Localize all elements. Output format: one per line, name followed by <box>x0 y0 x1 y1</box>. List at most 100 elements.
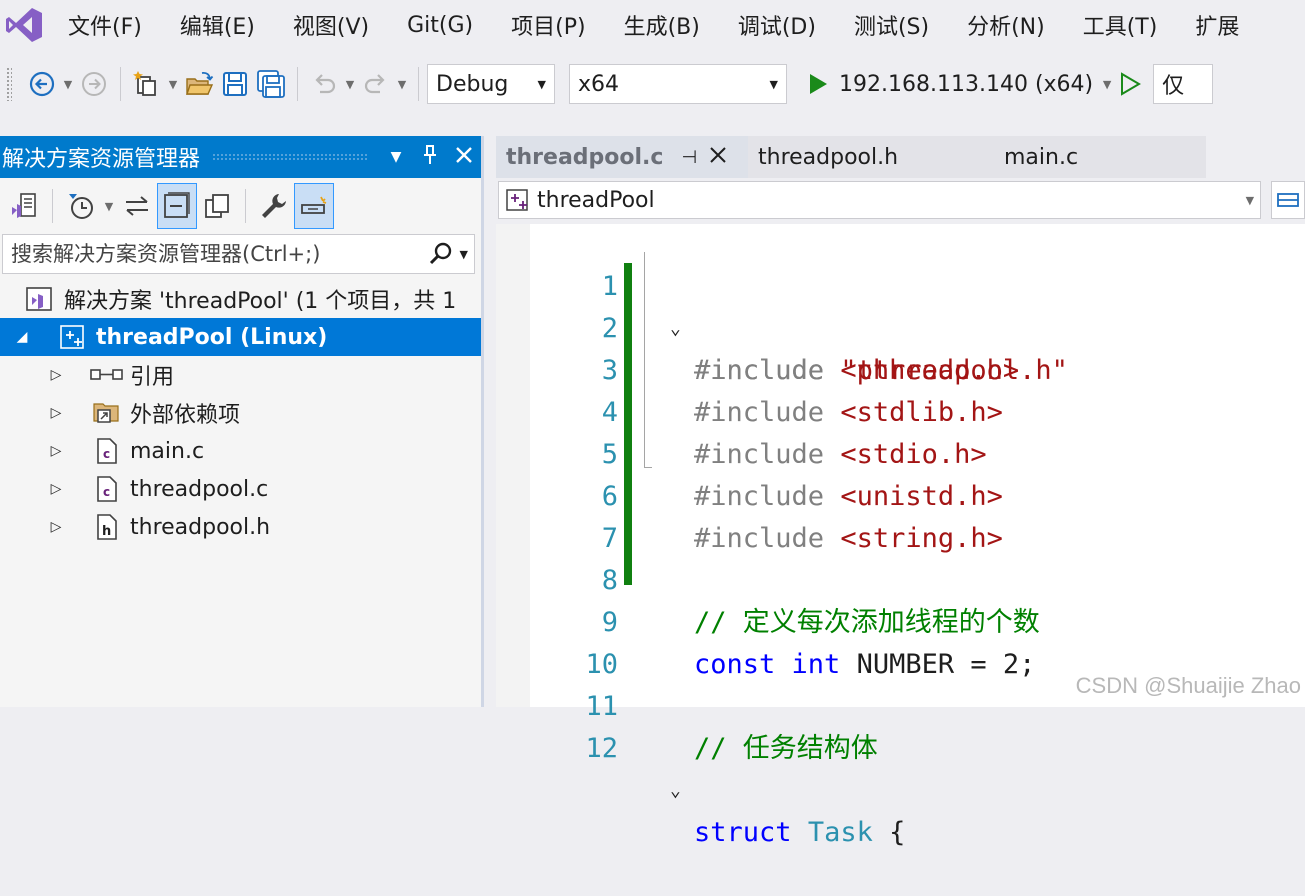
back-button[interactable] <box>24 64 60 104</box>
expand-triangle-icon[interactable]: ▷ <box>44 481 68 497</box>
save-all-icon <box>257 70 285 98</box>
expand-triangle-icon[interactable]: ▷ <box>44 519 68 535</box>
svg-text:h: h <box>102 524 111 539</box>
toolbar-separator <box>120 67 121 101</box>
search-icon[interactable] <box>428 241 454 267</box>
document-tab-strip: threadpool.c ⊣ threadpool.h main.c <box>496 136 1305 178</box>
indicator-margin <box>496 224 530 707</box>
pending-changes-filter-button[interactable] <box>61 183 101 229</box>
menu-file[interactable]: 文件(F) <box>68 9 142 41</box>
menu-analyze[interactable]: 分析(N) <box>967 9 1045 41</box>
new-item-dropdown[interactable]: ▼ <box>165 64 181 104</box>
chevron-down-icon: ▼ <box>769 77 778 91</box>
scope-combo[interactable]: threadPool ▼ <box>498 181 1262 219</box>
code-line: 3 #include <stdlib.h> <box>530 308 1305 428</box>
trailing-combo[interactable]: 仅 <box>1153 64 1214 104</box>
cpp-project-icon <box>505 188 531 212</box>
menu-git[interactable]: Git(G) <box>407 13 473 38</box>
expand-triangle-icon[interactable]: ▷ <box>44 367 68 383</box>
open-file-button[interactable] <box>181 64 217 104</box>
configuration-combo[interactable]: Debug ▼ <box>427 64 555 104</box>
split-view-button[interactable] <box>1271 181 1305 219</box>
forward-arrow-icon <box>82 72 106 96</box>
solution-explorer-title-bar: 解决方案资源管理器 ▼ <box>0 136 481 178</box>
pin-icon[interactable]: ⊣ <box>681 147 697 168</box>
menu-tools[interactable]: 工具(T) <box>1083 9 1158 41</box>
tree-item-external-dependencies[interactable]: ▷ 外部依赖项 <box>0 394 481 432</box>
code-line: 1 ⌄ #include "threadpool.h" <box>530 224 1305 386</box>
menu-build[interactable]: 生成(B) <box>624 9 700 41</box>
undo-dropdown[interactable]: ▼ <box>342 64 358 104</box>
menu-debug[interactable]: 调试(D) <box>738 9 816 41</box>
solution-node[interactable]: 解决方案 'threadPool' (1 个项目，共 1 <box>0 280 481 318</box>
start-debugging-button[interactable] <box>803 64 833 104</box>
vs-solution-icon <box>22 285 56 313</box>
new-item-button[interactable] <box>129 64 165 104</box>
wrench-icon <box>262 194 286 218</box>
close-icon[interactable] <box>709 145 727 170</box>
redo-button[interactable] <box>358 64 394 104</box>
window-menu-chevron-icon[interactable]: ▼ <box>379 149 413 165</box>
back-dropdown[interactable]: ▼ <box>60 64 76 104</box>
properties-button[interactable] <box>254 183 294 229</box>
forward-button[interactable] <box>76 64 112 104</box>
save-all-button[interactable] <box>253 64 289 104</box>
tree-item-threadpool-c[interactable]: ▷ c threadpool.c <box>0 470 481 508</box>
tree-item-references[interactable]: ▷ 引用 <box>0 356 481 394</box>
play-icon <box>810 74 827 94</box>
type-name: Task <box>807 817 873 848</box>
platform-combo[interactable]: x64 ▼ <box>569 64 787 104</box>
run-target-label[interactable]: 192.168.113.140 (x64) <box>839 72 1093 97</box>
collapse-all-button[interactable] <box>157 183 197 229</box>
menu-project[interactable]: 项目(P) <box>511 9 585 41</box>
menu-view[interactable]: 视图(V) <box>293 9 369 41</box>
collapse-triangle-icon[interactable]: ◢ <box>10 329 34 345</box>
undo-button[interactable] <box>306 64 342 104</box>
redo-dropdown[interactable]: ▼ <box>394 64 410 104</box>
project-node[interactable]: ◢ threadPool (Linux) <box>0 318 481 356</box>
tab-main-c[interactable]: main.c <box>994 136 1206 178</box>
code-line: 8 // 定义每次添加线程的个数 <box>530 518 1305 638</box>
menu-extensions[interactable]: 扩展 <box>1195 9 1239 41</box>
switch-views-button[interactable] <box>4 183 44 229</box>
external-dependencies-icon <box>90 399 124 427</box>
project-label: threadPool (Linux) <box>96 324 328 350</box>
redo-icon <box>364 74 385 94</box>
pin-icon[interactable] <box>413 144 447 171</box>
solution-search-input[interactable] <box>9 241 413 267</box>
expand-triangle-icon[interactable]: ▷ <box>44 405 68 421</box>
preview-selected-items-button[interactable] <box>294 183 334 229</box>
search-options-chevron-icon[interactable]: ▼ <box>460 248 468 261</box>
toolbar-grip[interactable] <box>6 67 12 101</box>
sync-with-active-document-button[interactable] <box>117 183 157 229</box>
trailing-combo-value: 仅 <box>1162 74 1185 99</box>
pending-changes-dropdown[interactable]: ▼ <box>101 186 117 226</box>
undo-icon <box>315 74 336 94</box>
run-target-dropdown[interactable]: ▼ <box>1099 64 1115 104</box>
scope-label: threadPool <box>537 187 655 213</box>
tree-item-threadpool-h[interactable]: ▷ h threadpool.h <box>0 508 481 546</box>
menu-edit[interactable]: 编辑(E) <box>180 9 255 41</box>
close-icon[interactable] <box>447 145 481 170</box>
tab-threadpool-c[interactable]: threadpool.c ⊣ <box>496 136 748 178</box>
visual-studio-logo-icon[interactable] <box>0 0 48 50</box>
split-icon <box>1277 193 1299 207</box>
title-grip[interactable] <box>212 153 367 161</box>
collapse-chevron-icon[interactable]: ⌄ <box>670 770 681 812</box>
code-line: 9 const int NUMBER = 2; <box>530 560 1305 680</box>
solution-search-box[interactable]: ▼ <box>2 234 475 274</box>
tree-item-main-c[interactable]: ▷ c main.c <box>0 432 481 470</box>
tree-item-label: threadpool.c <box>130 476 269 502</box>
code-text-area[interactable]: 1 ⌄ #include "threadpool.h" 2 #include <… <box>496 224 1305 848</box>
code-line: 7 <box>530 476 1305 554</box>
start-without-debugging-button[interactable] <box>1115 64 1145 104</box>
save-button[interactable] <box>217 64 253 104</box>
solution-explorer-panel: 解决方案资源管理器 ▼ ▼ 搜索解决方案资源管理器(Ctrl+;) ▼ 解决方案… <box>0 136 484 707</box>
watermark: CSDN @Shuaijie Zhao <box>1075 673 1301 698</box>
show-all-files-button[interactable] <box>197 183 237 229</box>
keyword: struct <box>694 817 792 848</box>
menu-test[interactable]: 测试(S) <box>854 9 929 41</box>
c-file-icon: c <box>90 475 124 503</box>
tab-threadpool-h[interactable]: threadpool.h <box>748 136 994 178</box>
expand-triangle-icon[interactable]: ▷ <box>44 443 68 459</box>
